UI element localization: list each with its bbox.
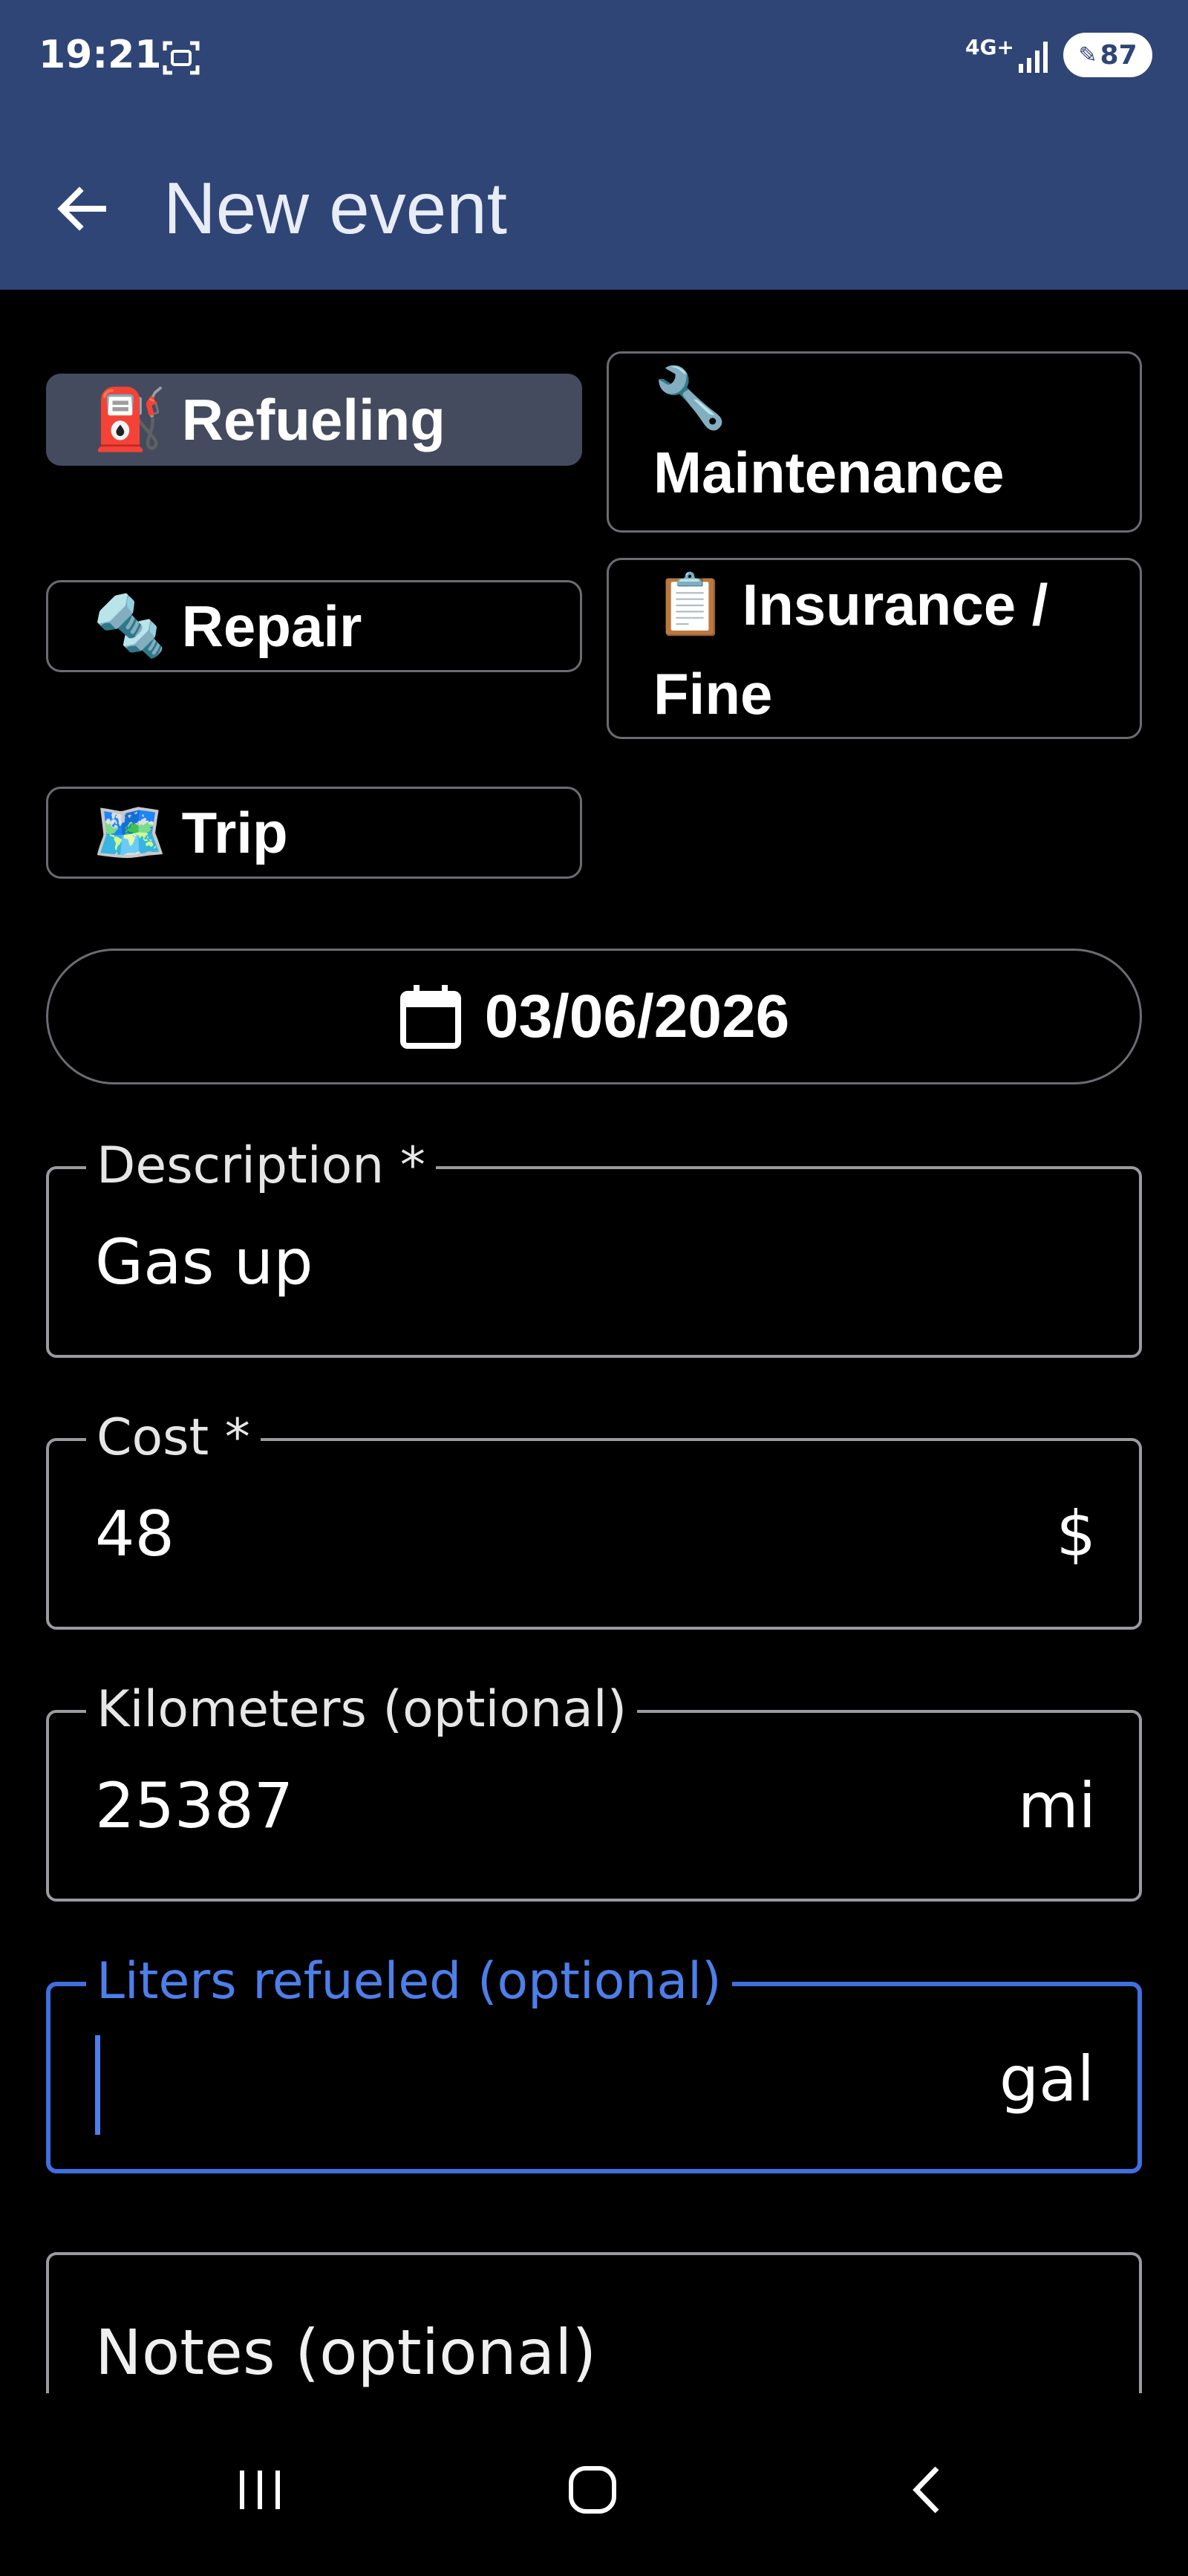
home-icon xyxy=(569,2466,616,2514)
recent-apps-button[interactable] xyxy=(215,2445,304,2534)
chip-maintenance[interactable]: 🔧 Maintenance xyxy=(607,351,1142,533)
back-button[interactable] xyxy=(42,168,123,250)
arrow-back-icon xyxy=(57,186,106,231)
distance-unit-suffix: mi xyxy=(1017,1769,1096,1842)
system-nav-bar xyxy=(0,2393,1188,2576)
field-label: Kilometers (optional) xyxy=(86,1680,638,1740)
battery-indicator: ✎ 87 xyxy=(1063,33,1152,77)
page-title: New event xyxy=(163,167,508,249)
field-label: Liters refueled (optional) xyxy=(86,1952,732,2011)
screenshot-icon xyxy=(163,41,200,75)
chip-label: Repair xyxy=(181,593,362,659)
field-label: Cost * xyxy=(86,1408,261,1468)
description-field[interactable]: Description * Gas up xyxy=(46,1136,1142,1358)
chip-label: Refueling xyxy=(181,386,446,452)
date-value: 03/06/2026 xyxy=(484,982,790,1050)
system-back-button[interactable] xyxy=(882,2445,971,2534)
cost-value: 48 xyxy=(95,1497,174,1570)
chip-label: Maintenance xyxy=(653,440,1005,505)
clipboard-icon: 📋 xyxy=(653,571,728,637)
volume-unit-suffix: gal xyxy=(999,2043,1094,2115)
signal-icon xyxy=(1019,42,1048,73)
chip-trip[interactable]: 🗺️ Trip xyxy=(46,787,582,879)
text-cursor xyxy=(95,2035,100,2135)
date-picker-button[interactable]: 03/06/2026 xyxy=(46,949,1142,1084)
chip-label: Trip xyxy=(181,799,288,865)
field-label: Description * xyxy=(86,1136,436,1196)
calendar-icon xyxy=(399,984,461,1049)
fuel-pump-icon: ⛽ xyxy=(93,386,167,452)
chip-insurance-fine[interactable]: 📋 Insurance / Fine xyxy=(607,558,1142,739)
world-map-icon: 🗺️ xyxy=(93,799,167,865)
battery-saver-icon: ✎ xyxy=(1078,42,1097,68)
battery-level: 87 xyxy=(1100,39,1138,71)
description-value: Gas up xyxy=(95,1226,313,1298)
status-time: 19:21 xyxy=(39,33,162,77)
wrench-icon: 🔧 xyxy=(653,365,728,431)
recent-apps-icon xyxy=(240,2471,280,2509)
app-bar: New event xyxy=(0,111,1188,290)
new-event-screen: 19:21 4G+ ✎ 87 New event ⛽ Refueling 🔧 M… xyxy=(0,0,1188,2576)
chip-refueling[interactable]: ⛽ Refueling xyxy=(46,374,582,466)
liters-field[interactable]: Liters refueled (optional) gal xyxy=(46,1952,1142,2173)
kilometers-field[interactable]: Kilometers (optional) 25387 mi xyxy=(46,1680,1142,1902)
status-bar: 19:21 4G+ ✎ 87 xyxy=(0,0,1188,111)
kilometers-value: 25387 xyxy=(95,1769,294,1842)
network-type: 4G+ xyxy=(965,35,1014,59)
chevron-left-icon xyxy=(913,2466,939,2514)
chip-repair[interactable]: 🔩 Repair xyxy=(46,580,582,672)
nut-and-bolt-icon: 🔩 xyxy=(93,593,167,659)
notes-field[interactable]: Notes (optional) xyxy=(46,2252,1142,2393)
currency-suffix: $ xyxy=(1056,1497,1096,1570)
cost-field[interactable]: Cost * 48 $ xyxy=(46,1408,1142,1630)
home-button[interactable] xyxy=(548,2445,637,2534)
notes-placeholder: Notes (optional) xyxy=(95,2316,597,2389)
